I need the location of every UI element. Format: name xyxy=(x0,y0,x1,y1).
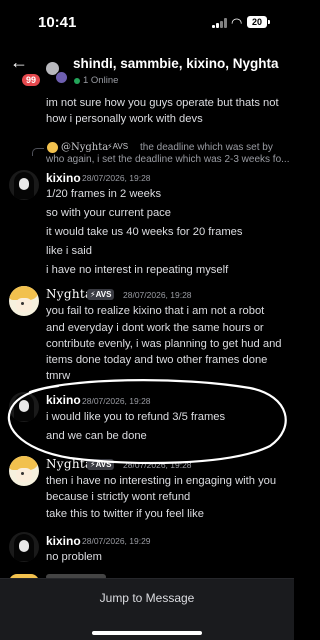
jump-to-message-button[interactable]: Jump to Message xyxy=(0,591,294,605)
status-bar: 10:41 ◠ 20 xyxy=(0,0,294,44)
avatar-kixino[interactable] xyxy=(9,392,39,422)
message-text: then i have no interesting in engaging w… xyxy=(46,475,277,487)
message-text: contribute evenly, i was planning to get… xyxy=(46,338,282,350)
role-tag: ⚡AVS xyxy=(87,459,115,470)
message-text: items done today and two other frames do… xyxy=(46,354,268,366)
reply-role-tag: ⚡AVS xyxy=(107,142,129,151)
avatar-nyghta[interactable] xyxy=(9,286,39,316)
message-text: like i said xyxy=(46,245,93,257)
home-indicator[interactable] xyxy=(92,631,202,635)
message-text: because i strictly wont refund xyxy=(46,491,191,503)
channel-name[interactable]: shindi, sammbie, kixino, Nyghta xyxy=(73,56,279,71)
avatar-kixino[interactable] xyxy=(9,170,39,200)
message-timestamp: 28/07/2026, 19:29 xyxy=(82,536,151,546)
avatar-nyghta[interactable] xyxy=(9,456,39,486)
author-name[interactable]: kixino xyxy=(46,171,81,185)
message-timestamp: 28/07/2026, 19:28 xyxy=(82,173,151,183)
message-timestamp: 28/07/2026, 19:28 xyxy=(123,460,192,470)
message-timestamp: 28/07/2026, 19:28 xyxy=(123,290,192,300)
online-status-dot xyxy=(74,78,80,84)
message-text: it would take us 40 weeks for 20 frames xyxy=(46,226,243,238)
message-text: how i personally work with devs xyxy=(46,113,203,125)
message-text: and we can be done xyxy=(46,430,147,442)
message-text: no problem xyxy=(46,551,102,563)
avatar-kixino[interactable] xyxy=(9,532,39,562)
message-text: im not sure how you guys operate but tha… xyxy=(46,97,279,109)
reply-text[interactable]: who again, i set the deadline which was … xyxy=(46,154,289,165)
author-name[interactable]: kixino xyxy=(46,534,81,548)
reply-connector xyxy=(32,148,44,156)
author-name[interactable]: Nyghta xyxy=(46,457,92,471)
message-text: i have no interest in repeating myself xyxy=(46,264,229,276)
unread-badge: 99 xyxy=(22,74,41,86)
message-text: i would like you to refund 3/5 frames xyxy=(46,411,226,423)
status-time: 10:41 xyxy=(38,14,77,31)
reply-author[interactable]: @Nyghta xyxy=(61,142,108,153)
wifi-icon: ◠ xyxy=(231,15,243,30)
battery-tip xyxy=(268,20,270,24)
message-text: you fail to realize kixino that i am not… xyxy=(46,305,265,317)
role-tag: ⚡AVS xyxy=(87,289,115,300)
reply-avatar xyxy=(47,142,58,153)
message-timestamp: 28/07/2026, 19:28 xyxy=(82,396,151,406)
message-text: and everyday i dont work the same hours … xyxy=(46,322,264,334)
battery-indicator: 20 xyxy=(247,16,267,28)
cellular-signal-icon xyxy=(212,18,230,28)
message-text: take this to twitter if you feel like xyxy=(46,508,204,520)
jump-bar: Jump to Message xyxy=(0,578,294,640)
group-avatar[interactable] xyxy=(46,62,68,84)
message-text: tmrw xyxy=(46,370,71,382)
channel-header: ← 99 shindi, sammbie, kixino, Nyghta 1 O… xyxy=(0,52,294,92)
online-status-text: 1 Online xyxy=(83,75,119,86)
reply-text[interactable]: the deadline which was set by xyxy=(140,142,273,153)
author-name[interactable]: kixino xyxy=(46,393,81,407)
message-text: so with your current pace xyxy=(46,207,171,219)
message-text: 1/20 frames in 2 weeks xyxy=(46,188,162,200)
author-name[interactable]: Nyghta xyxy=(46,287,92,301)
arrow-left-icon[interactable]: ← xyxy=(10,52,28,72)
